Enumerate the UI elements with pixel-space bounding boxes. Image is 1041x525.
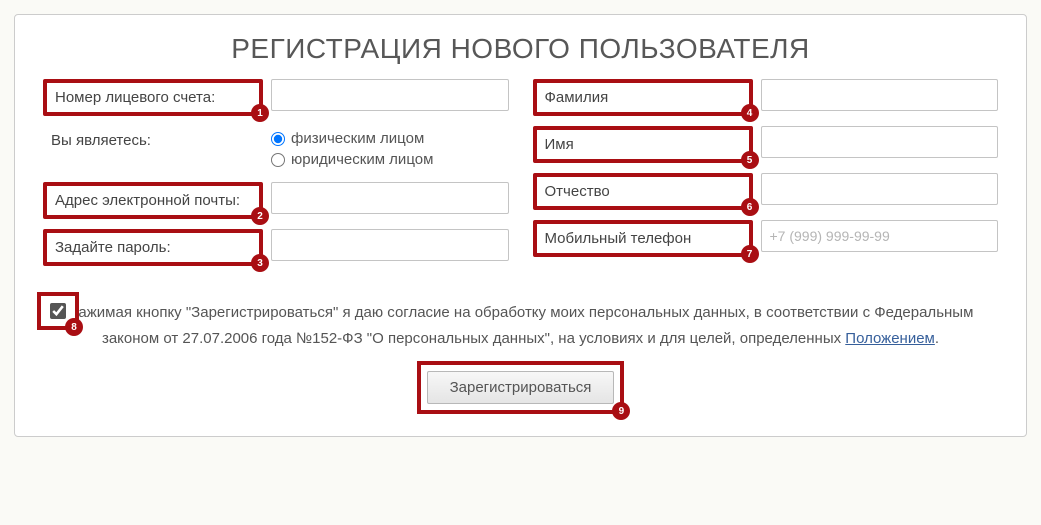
- label-surname-text: Фамилия: [545, 89, 609, 106]
- radio-individual[interactable]: [271, 132, 285, 146]
- consent-checkbox-highlight: 8: [37, 292, 79, 330]
- radio-individual-line[interactable]: физическим лицом: [271, 130, 509, 147]
- label-email-text: Адрес электронной почты:: [55, 192, 240, 209]
- consent-area: 8 Нажимая кнопку "Зарегистрироваться" я …: [43, 300, 998, 351]
- radio-legal[interactable]: [271, 153, 285, 167]
- label-password-text: Задайте пароль:: [55, 239, 171, 256]
- patronymic-input[interactable]: [761, 173, 999, 205]
- label-name: Имя 5: [533, 126, 753, 163]
- annotation-badge-4: 4: [741, 104, 759, 122]
- label-patronymic-text: Отчество: [545, 183, 610, 200]
- consent-link[interactable]: Положением: [845, 330, 935, 347]
- annotation-badge-5: 5: [741, 151, 759, 169]
- radio-legal-label: юридическим лицом: [291, 151, 433, 168]
- submit-wrap: Зарегистрироваться 9: [43, 361, 998, 414]
- label-email: Адрес электронной почты: 2: [43, 182, 263, 219]
- radio-individual-label: физическим лицом: [291, 130, 424, 147]
- label-you-are: Вы являетесь:: [43, 126, 263, 155]
- row-phone: Мобильный телефон 7: [533, 220, 999, 257]
- label-account: Номер лицевого счета: 1: [43, 79, 263, 116]
- email-input[interactable]: [271, 182, 509, 214]
- row-you-are: Вы являетесь: физическим лицом юридическ…: [43, 126, 509, 172]
- left-column: Номер лицевого счета: 1 Вы являетесь: фи…: [43, 79, 509, 276]
- password-input[interactable]: [271, 229, 509, 261]
- annotation-badge-8: 8: [65, 318, 83, 336]
- annotation-badge-2: 2: [251, 207, 269, 225]
- row-account: Номер лицевого счета: 1: [43, 79, 509, 116]
- consent-checkbox[interactable]: [50, 303, 66, 319]
- form-columns: Номер лицевого счета: 1 Вы являетесь: фи…: [43, 79, 998, 276]
- radio-legal-line[interactable]: юридическим лицом: [271, 151, 509, 168]
- row-patronymic: Отчество 6: [533, 173, 999, 210]
- row-email: Адрес электронной почты: 2: [43, 182, 509, 219]
- label-phone-text: Мобильный телефон: [545, 230, 692, 247]
- label-surname: Фамилия 4: [533, 79, 753, 116]
- row-password: Задайте пароль: 3: [43, 229, 509, 266]
- annotation-badge-9: 9: [612, 402, 630, 420]
- phone-input[interactable]: [761, 220, 999, 252]
- annotation-badge-6: 6: [741, 198, 759, 216]
- annotation-badge-1: 1: [251, 104, 269, 122]
- registration-form: РЕГИСТРАЦИЯ НОВОГО ПОЛЬЗОВАТЕЛЯ Номер ли…: [14, 14, 1027, 437]
- row-surname: Фамилия 4: [533, 79, 999, 116]
- name-input[interactable]: [761, 126, 999, 158]
- label-phone: Мобильный телефон 7: [533, 220, 753, 257]
- page-title: РЕГИСТРАЦИЯ НОВОГО ПОЛЬЗОВАТЕЛЯ: [43, 33, 998, 65]
- account-input[interactable]: [271, 79, 509, 111]
- annotation-badge-3: 3: [251, 254, 269, 272]
- label-patronymic: Отчество 6: [533, 173, 753, 210]
- annotation-badge-7: 7: [741, 245, 759, 263]
- label-password: Задайте пароль: 3: [43, 229, 263, 266]
- consent-text: Нажимая кнопку "Зарегистрироваться" я да…: [68, 304, 974, 347]
- right-column: Фамилия 4 Имя 5 Отчество 6: [533, 79, 999, 276]
- entity-type-group: физическим лицом юридическим лицом: [263, 126, 509, 172]
- consent-suffix: .: [935, 330, 939, 347]
- row-name: Имя 5: [533, 126, 999, 163]
- label-account-text: Номер лицевого счета:: [55, 89, 215, 106]
- register-button[interactable]: Зарегистрироваться: [427, 371, 615, 404]
- submit-highlight: Зарегистрироваться 9: [417, 361, 625, 414]
- label-name-text: Имя: [545, 136, 574, 153]
- surname-input[interactable]: [761, 79, 999, 111]
